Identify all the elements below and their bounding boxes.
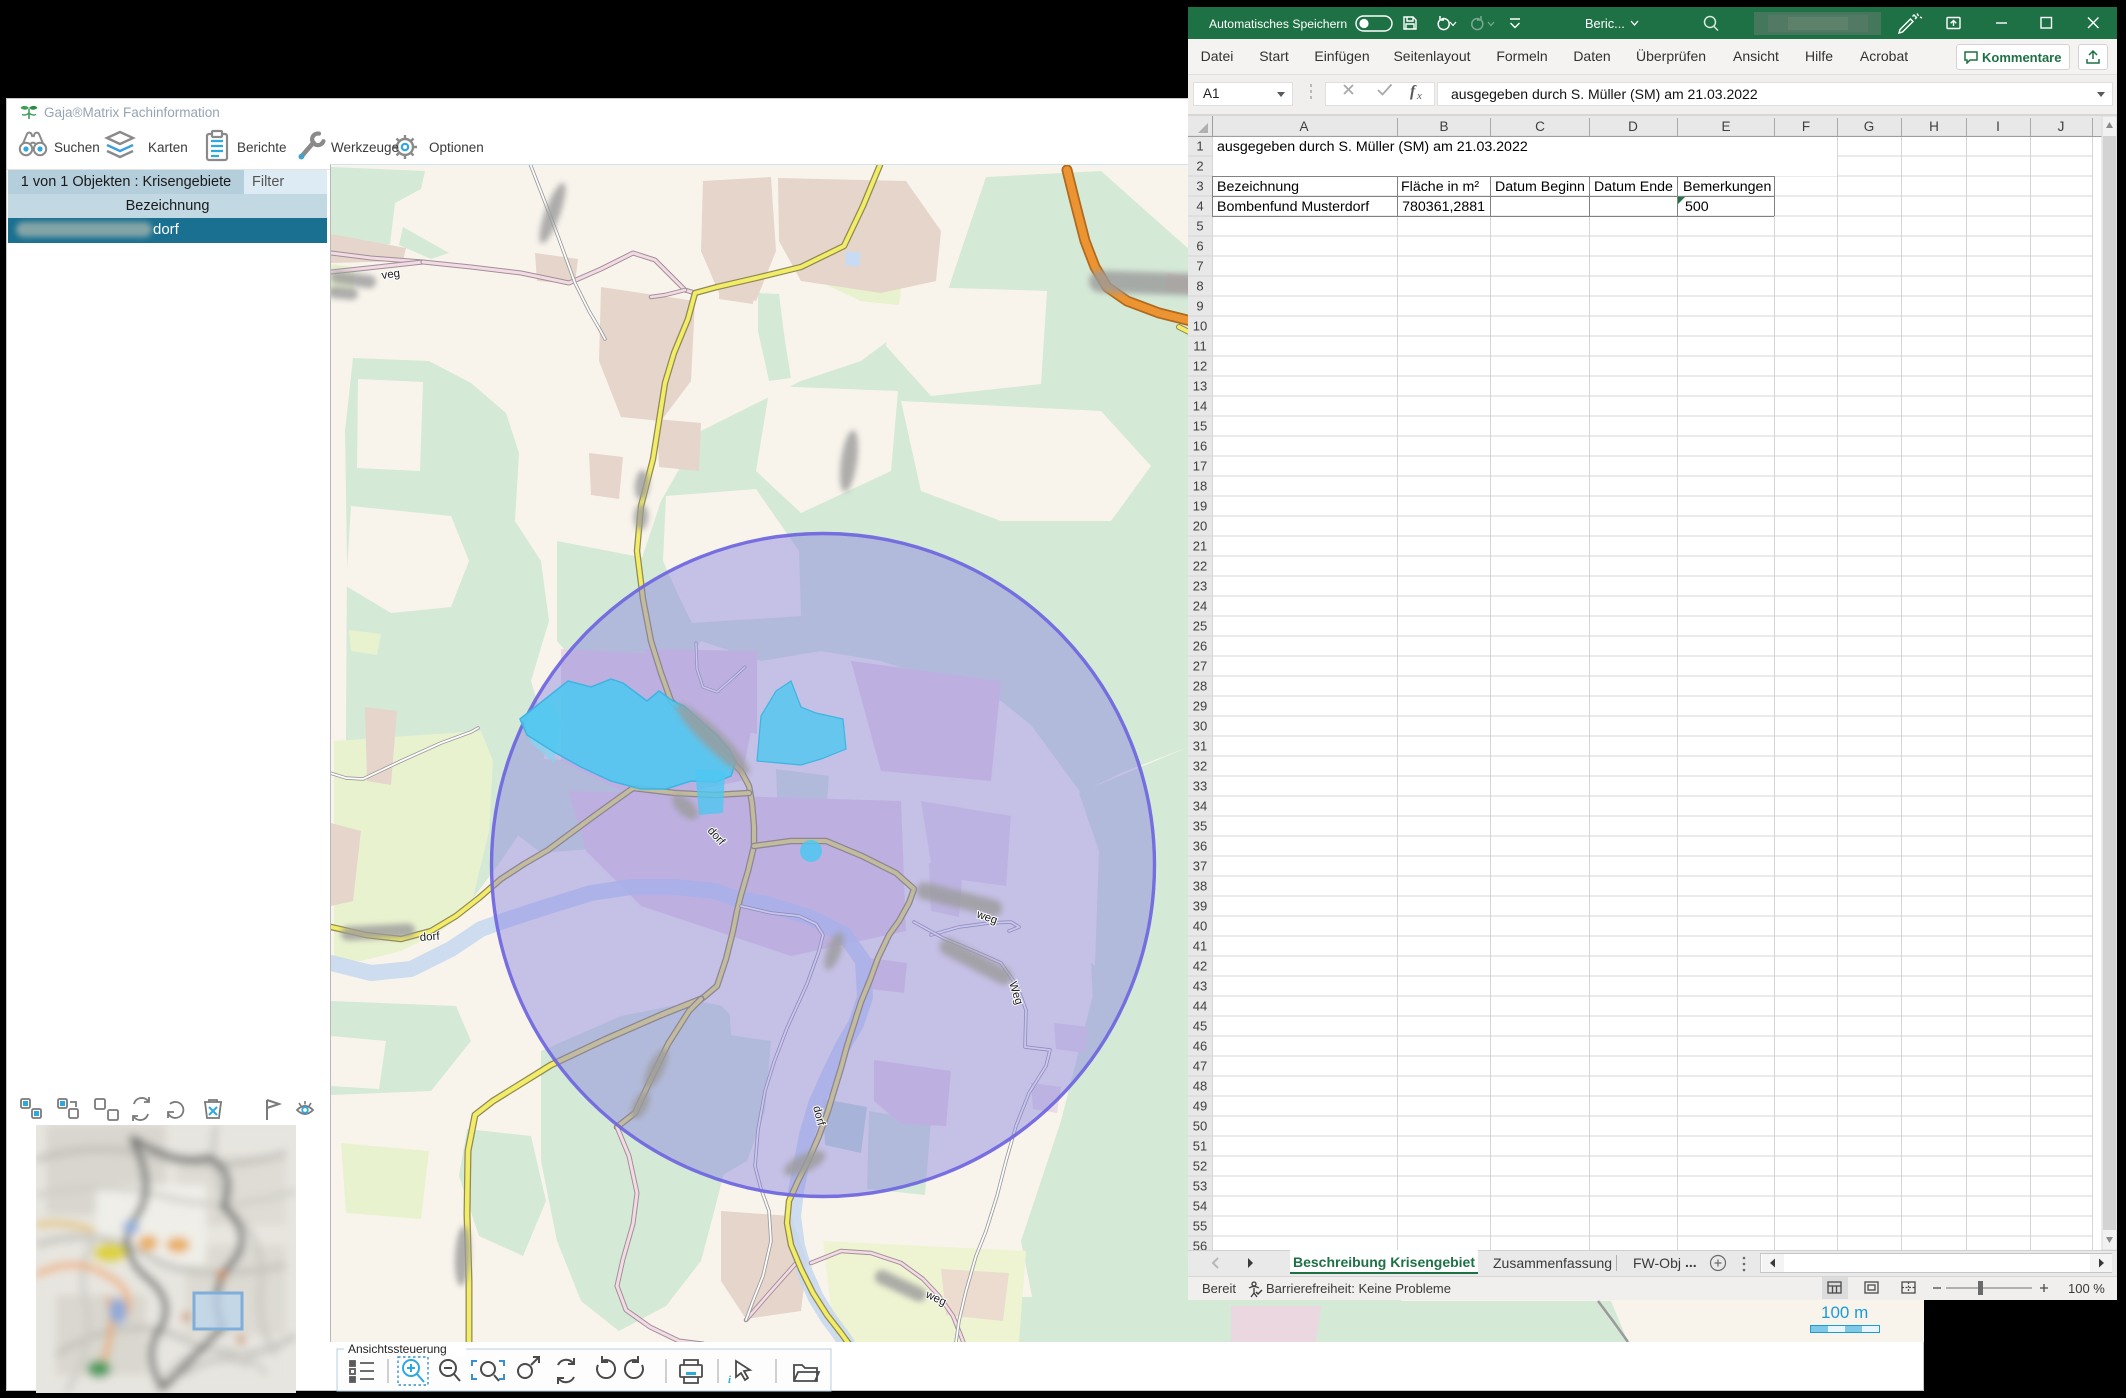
svg-text:E: E <box>1721 119 1730 134</box>
svg-text:16: 16 <box>1193 439 1207 454</box>
svg-text:20: 20 <box>1193 519 1207 534</box>
svg-text:780361,2881: 780361,2881 <box>1402 199 1485 215</box>
svg-text:13: 13 <box>1193 379 1207 394</box>
svg-text:32: 32 <box>1193 759 1207 774</box>
svg-text:Bombenfund Musterdorf: Bombenfund Musterdorf <box>1217 199 1369 215</box>
svg-text:48: 48 <box>1193 1079 1207 1094</box>
svg-text:6: 6 <box>1196 239 1203 254</box>
svg-text:14: 14 <box>1193 399 1207 414</box>
svg-text:Werkzeuge: Werkzeuge <box>331 140 399 155</box>
svg-text:22: 22 <box>1193 559 1207 574</box>
svg-text:Optionen: Optionen <box>429 140 484 155</box>
svg-text:35: 35 <box>1193 819 1207 834</box>
svg-text:34: 34 <box>1193 799 1207 814</box>
svg-text:15: 15 <box>1193 419 1207 434</box>
svg-text:25: 25 <box>1193 619 1207 634</box>
svg-text:37: 37 <box>1193 859 1207 874</box>
svg-text:D: D <box>1628 119 1638 134</box>
svg-text:Ansichtssteuerung: Ansichtssteuerung <box>348 1342 447 1356</box>
svg-text:55: 55 <box>1193 1219 1207 1234</box>
svg-text:30: 30 <box>1193 719 1207 734</box>
svg-text:26: 26 <box>1193 639 1207 654</box>
svg-text:10: 10 <box>1193 319 1207 334</box>
svg-text:dorf: dorf <box>419 931 440 944</box>
svg-text:9: 9 <box>1196 299 1203 314</box>
svg-text:33: 33 <box>1193 779 1207 794</box>
svg-text:19: 19 <box>1193 499 1207 514</box>
svg-text:veg: veg <box>381 268 401 282</box>
svg-text:24: 24 <box>1193 599 1207 614</box>
svg-text:3: 3 <box>1196 179 1203 194</box>
svg-text:18: 18 <box>1193 479 1207 494</box>
svg-text:29: 29 <box>1193 699 1207 714</box>
svg-text:B: B <box>1439 119 1448 134</box>
svg-text:Berichte: Berichte <box>237 140 287 155</box>
svg-text:Datum Ende: Datum Ende <box>1594 179 1673 195</box>
svg-text:7: 7 <box>1196 259 1203 274</box>
svg-text:Fläche in m²: Fläche in m² <box>1401 179 1479 195</box>
svg-text:23: 23 <box>1193 579 1207 594</box>
svg-text:45: 45 <box>1193 1019 1207 1034</box>
svg-text:46: 46 <box>1193 1039 1207 1054</box>
svg-text:54: 54 <box>1193 1199 1207 1214</box>
svg-text:39: 39 <box>1193 899 1207 914</box>
svg-text:Bezeichnung: Bezeichnung <box>1217 179 1299 195</box>
svg-text:28: 28 <box>1193 679 1207 694</box>
svg-text:43: 43 <box>1193 979 1207 994</box>
svg-text:F: F <box>1802 119 1810 134</box>
svg-text:31: 31 <box>1193 739 1207 754</box>
svg-text:36: 36 <box>1193 839 1207 854</box>
svg-text:17: 17 <box>1193 459 1207 474</box>
svg-text:Karten: Karten <box>148 140 188 155</box>
svg-text:40: 40 <box>1193 919 1207 934</box>
svg-text:H: H <box>1929 119 1939 134</box>
svg-text:41: 41 <box>1193 939 1207 954</box>
svg-text:12: 12 <box>1193 359 1207 374</box>
svg-text:38: 38 <box>1193 879 1207 894</box>
svg-text:500: 500 <box>1685 199 1709 215</box>
svg-text:100 %: 100 % <box>2068 1281 2105 1296</box>
svg-text:44: 44 <box>1193 999 1207 1014</box>
svg-text:4: 4 <box>1196 199 1203 214</box>
svg-text:A: A <box>1299 119 1308 134</box>
svg-text:49: 49 <box>1193 1099 1207 1114</box>
svg-text:C: C <box>1535 119 1545 134</box>
svg-text:27: 27 <box>1193 659 1207 674</box>
svg-text:J: J <box>2058 119 2065 134</box>
svg-text:11: 11 <box>1193 339 1207 354</box>
svg-text:47: 47 <box>1193 1059 1207 1074</box>
svg-text:21: 21 <box>1193 539 1207 554</box>
svg-text:Suchen: Suchen <box>54 140 100 155</box>
svg-text:51: 51 <box>1193 1139 1207 1154</box>
svg-text:I: I <box>1996 119 2000 134</box>
svg-text:1: 1 <box>1196 139 1203 154</box>
svg-text:ausgegeben durch S. Müller (SM: ausgegeben durch S. Müller (SM) am 21.03… <box>1217 139 1528 155</box>
svg-text:2: 2 <box>1196 159 1203 174</box>
svg-text:42: 42 <box>1193 959 1207 974</box>
svg-text:52: 52 <box>1193 1159 1207 1174</box>
svg-text:53: 53 <box>1193 1179 1207 1194</box>
svg-text:Bemerkungen: Bemerkungen <box>1683 179 1771 195</box>
svg-text:8: 8 <box>1196 279 1203 294</box>
svg-text:G: G <box>1864 119 1875 134</box>
svg-text:Datum Beginn: Datum Beginn <box>1495 179 1585 195</box>
svg-text:5: 5 <box>1196 219 1203 234</box>
svg-text:50: 50 <box>1193 1119 1207 1134</box>
